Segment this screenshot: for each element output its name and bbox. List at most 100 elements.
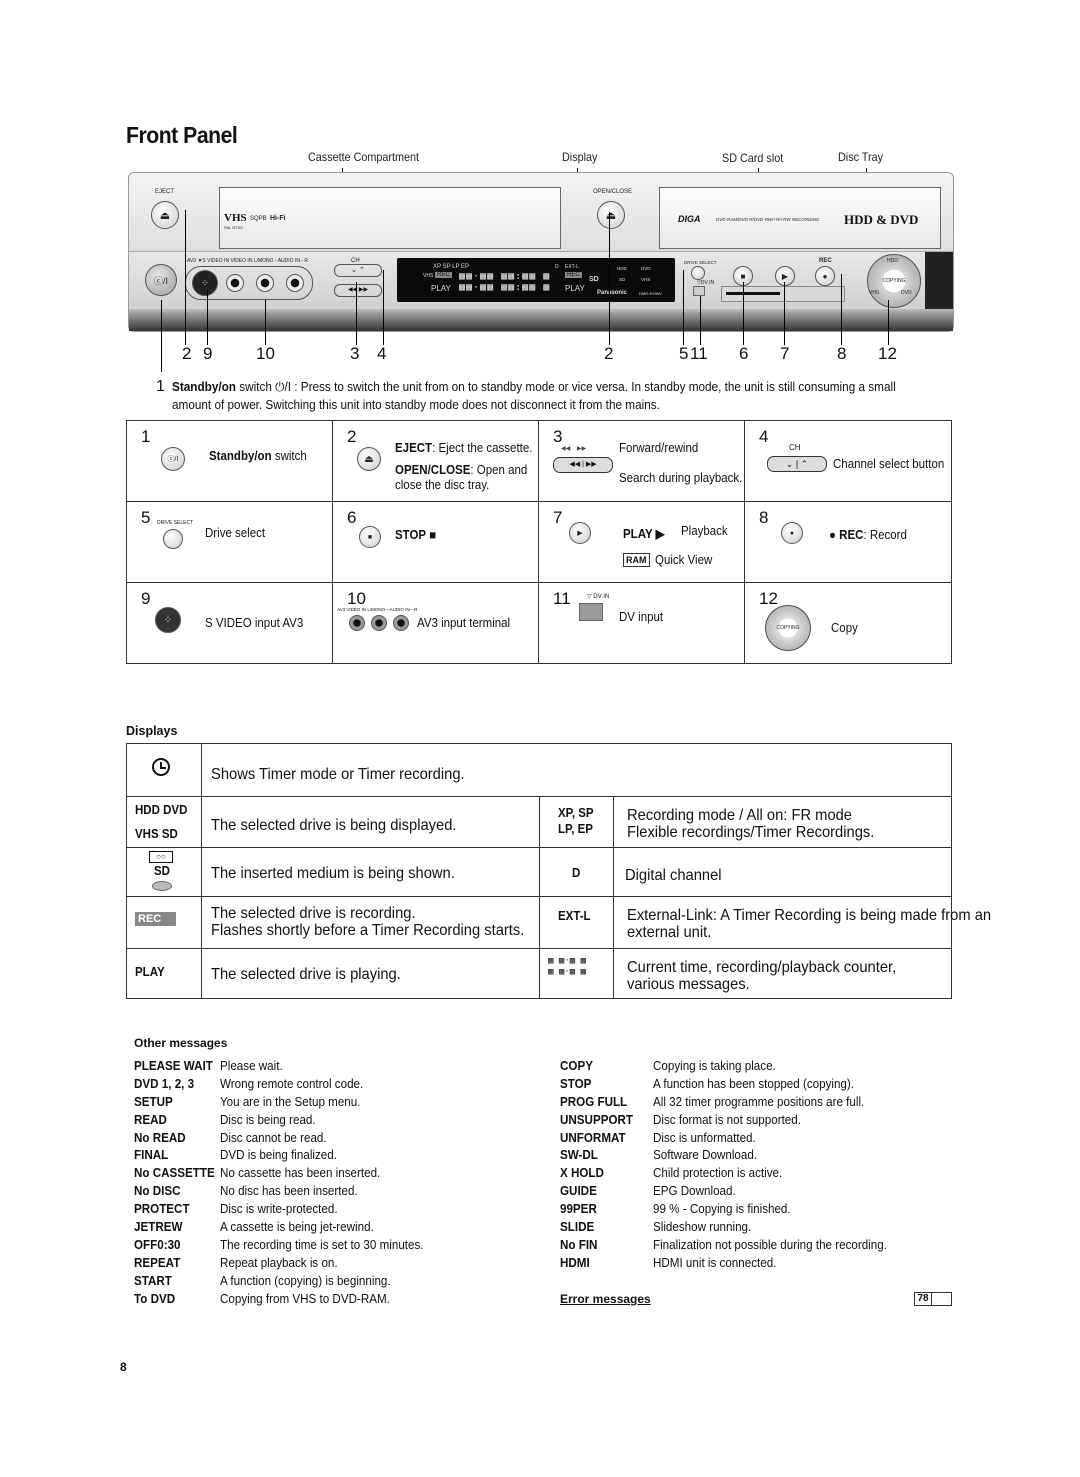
message-code: SLIDE — [560, 1220, 595, 1235]
audio-r-terminal-icon — [393, 615, 409, 631]
cell-number: 6 — [347, 508, 357, 527]
message-code: To DVD — [134, 1291, 176, 1306]
grid-cell-forward-rewind: 3 ◀◀ ▶▶ ◀◀ | ▶▶ Forward/rewind Search du… — [539, 421, 745, 502]
ram-badge: RAM — [623, 553, 650, 567]
message-code: No FIN — [560, 1237, 598, 1252]
message-row: SW-DL Software Download. — [560, 1147, 960, 1165]
vhs-sub-label: PAL NTSC — [224, 225, 244, 230]
rewind-forward-buttons: ◀◀ ▶▶ — [334, 284, 382, 297]
model-number: DMR-EX95V — [639, 291, 662, 296]
lcd-sd-drive: SD — [619, 277, 626, 282]
message-row: REPEAT Repeat playback is on. — [134, 1255, 544, 1273]
panasonic-logo: Panasonic — [597, 290, 628, 296]
message-row: FINAL DVD is being finalized. — [134, 1147, 544, 1165]
lcd-dvd: DVD — [641, 266, 651, 271]
cell-text: Forward/rewind — [619, 441, 699, 455]
callout-disc-tray: Disc Tray — [838, 150, 884, 164]
intro-line-1: Standby/on switch ⏻/I : Press to switch … — [172, 378, 971, 396]
message-code: 99PER — [560, 1202, 597, 1217]
dv-input-port — [693, 286, 705, 296]
message-row: JETREW A cassette is being jet-rewind. — [134, 1219, 544, 1237]
cell-number: 12 — [759, 589, 778, 608]
av3-input-panel: ⁘ — [185, 266, 313, 300]
cell-text: Playback — [681, 524, 728, 538]
front-display: XP SP LP EP VHS REC PLAY ▩▩·▩▩ ▩▩:▩▩ ▩ ▩… — [397, 258, 675, 302]
intro-text: switch ⏻/I : Press to switch the unit fr… — [235, 380, 896, 394]
cell-text: Search during playback. — [619, 471, 743, 485]
message-row: PLEASE WAIT Please wait. — [134, 1058, 544, 1076]
message-code: SW-DL — [560, 1148, 598, 1163]
eject-label: EJECT — [155, 189, 175, 195]
message-description: Finalization not possible during the rec… — [653, 1237, 887, 1252]
drive-select-button-icon — [163, 529, 183, 549]
displays-heading: Displays — [126, 724, 178, 738]
callout-number: 8 — [837, 344, 847, 363]
disc-tray: DIGA DVD-RAM/DVD-R/DVD-RW/+R/+RW RECORDI… — [659, 187, 941, 249]
message-code: SETUP — [134, 1094, 173, 1109]
displays-table: Shows Timer mode or Timer recording. HDD… — [126, 743, 991, 999]
display-description: various messages. — [627, 976, 750, 993]
cell-text: Drive select — [205, 526, 266, 540]
copy-dial-dvd: DVD — [901, 290, 912, 296]
cell-text: DV input — [619, 610, 664, 624]
eject-button-icon: ⏏ — [357, 447, 381, 471]
play-button-icon: ▶ — [569, 522, 591, 544]
message-code: HDMI — [560, 1255, 590, 1270]
lcd-segments: ▩▩·▩▩ ▩▩:▩▩ ▩ — [459, 271, 551, 282]
cassette-icon: ○○ — [149, 851, 173, 863]
lcd-rec-2: REC — [565, 272, 582, 278]
intro-number: 1 — [156, 378, 165, 395]
error-messages-link[interactable]: Error messages — [560, 1292, 651, 1306]
rec-badge: REC — [135, 912, 176, 926]
cassette-compartment: VHS PAL NTSC SQPB Hi-Fi — [219, 187, 561, 249]
cell-bold: STOP ■ — [395, 528, 437, 542]
page-number: 8 — [120, 1360, 127, 1374]
formats-label: DVD-RAM/DVD-R/DVD-RW/+R/+RW RECORDING — [716, 217, 820, 222]
cell-text: : Eject the cassette. — [432, 441, 533, 455]
audio-r-terminal — [286, 274, 304, 292]
rewind-forward-button-icon: ◀◀ | ▶▶ — [553, 457, 613, 473]
display-description: Digital channel — [625, 867, 722, 884]
display-description: Flashes shortly before a Timer Recording… — [211, 922, 525, 939]
s-video-terminal: ⁘ — [192, 270, 218, 296]
copy-dial-center: COPYING — [882, 278, 906, 284]
cell-bold: ● REC — [829, 528, 864, 542]
cell-label: OPEN/CLOSE: Open and — [395, 463, 527, 477]
message-description: Disc is being read. — [220, 1112, 316, 1127]
messages-list-left: PLEASE WAIT Please wait. DVD 1, 2, 3 Wrong … — [134, 1058, 544, 1308]
message-row: 99PER 99 % - Copying is finished. — [560, 1201, 960, 1219]
intro-bold: Standby/on — [172, 380, 236, 394]
callout-number: 3 — [350, 344, 360, 363]
cell-text: : Open and — [470, 463, 528, 477]
device-front-panel-illustration: EJECT ⏏ VHS PAL NTSC SQPB Hi-Fi OPEN/CLO… — [128, 172, 954, 332]
display-description: Current time, recording/playback counter… — [627, 959, 897, 976]
grid-cell-dv-input: 11 ▽ DV IN DV input — [539, 583, 745, 663]
message-code: JETREW — [134, 1220, 183, 1235]
control-strip: ⓒ/I AV3 ▼S VIDEO IN VIDEO IN L/MONO - AU… — [129, 251, 953, 310]
message-code: START — [134, 1273, 172, 1288]
message-code: READ — [134, 1112, 167, 1127]
message-row: DVD 1, 2, 3 Wrong remote control code. — [134, 1076, 544, 1094]
callout-number: 5 — [679, 344, 689, 363]
standby-button: ⓒ/I — [145, 264, 177, 296]
cell-text: S VIDEO input AV3 — [205, 616, 304, 630]
grid-cell-play: 7 ▶ PLAY ▶ Playback RAM Quick View — [539, 502, 745, 583]
message-row: SLIDE Slideshow running. — [560, 1219, 960, 1237]
leader-line — [356, 282, 357, 345]
video-in-terminal — [226, 274, 244, 292]
message-row: GUIDE EPG Download. — [560, 1183, 960, 1201]
cell-number: 11 — [553, 589, 571, 608]
message-description: Disc format is not supported. — [653, 1112, 801, 1127]
message-code: COPY — [560, 1059, 593, 1073]
mode-symbols-lp-ep: LP, EP — [558, 822, 593, 836]
page-reference[interactable]: 78 — [914, 1292, 952, 1306]
callout-display: Display — [562, 150, 598, 164]
callout-number: 7 — [780, 344, 790, 363]
display-symbol-cell: ▩ ▩·▩ ▩ ▩ ▩·▩ ▩ — [539, 948, 614, 998]
lcd-hdd: HDD — [617, 266, 627, 271]
cell-label: ● REC: Record — [829, 528, 907, 542]
grid-cell-copy: 12 COPYING Copy — [745, 583, 951, 663]
channel-buttons: ⌄ ⌃ — [334, 264, 382, 277]
message-code: PROG FULL — [560, 1094, 628, 1109]
display-row: PLAY The selected drive is playing. ▩ ▩·… — [127, 948, 951, 998]
